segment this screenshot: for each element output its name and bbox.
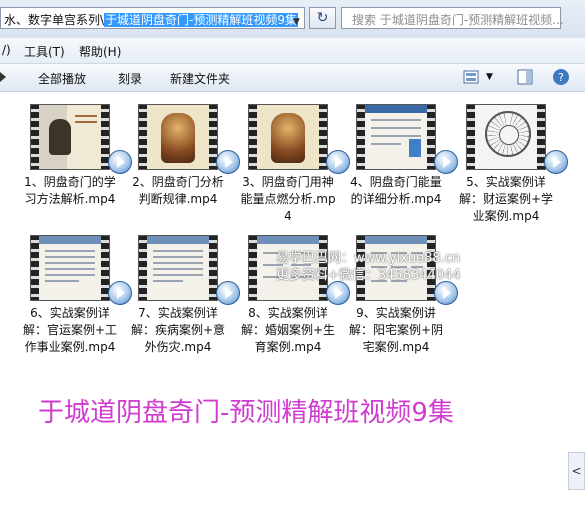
address-path-prefix: 水、数字单宫系列\ [4,13,105,27]
video-thumbnail [30,235,110,301]
play-badge-icon [434,281,458,305]
side-collapse-tab[interactable]: < [568,452,585,490]
file-name: 6、实战案例详解：官运案例+工作事业案例.mp4 [22,306,118,354]
play-badge-icon [216,150,240,174]
search-input[interactable]: 搜索 于城道阴盘奇门-预测精解班视频... [341,7,564,29]
toolbar: 全部播放 刻录 新建文件夹 ▼ ? [0,64,585,92]
preview-pane-icon[interactable] [516,68,534,86]
banner-title: 于城道阴盘奇门-预测精解班视频9集 [38,398,454,428]
bottom-blank [0,500,585,525]
video-thumbnail [356,104,436,170]
play-badge-icon [544,150,568,174]
play-badge-icon [108,150,132,174]
search-placeholder: 搜索 于城道阴盘奇门-预测精解班视频... [352,13,564,27]
address-dropdown-icon[interactable]: ▼ [293,17,300,27]
watermark-contact: 更多资料+微信：3458344044 [276,268,461,283]
file-name: 9、实战案例讲解：阳宅案例+阴宅案例.mp4 [348,306,444,354]
menu-item-view[interactable]: /) [2,43,11,57]
menu-item-help[interactable]: 帮助(H) [79,43,121,60]
file-name: 4、阴盘奇门能量的详细分析.mp4 [350,175,442,206]
play-badge-icon [434,150,458,174]
refresh-button[interactable]: ↻ [309,7,336,29]
play-badge-icon [326,281,350,305]
chevron-left-icon: < [571,464,582,478]
play-badge-icon [326,150,350,174]
svg-text:?: ? [558,71,564,84]
toolbar-arrow-icon[interactable] [0,72,8,82]
address-bar-row: 水、数字单宫系列\于城道阴盘奇门-预测精解班视频9集 ▼ ↻ 搜索 于城道阴盘奇… [0,0,585,38]
video-thumbnail [466,104,546,170]
play-badge-icon [108,281,132,305]
address-path-selected: 于城道阴盘奇门-预测精解班视频9集 [104,13,299,27]
play-all-button[interactable]: 全部播放 [38,70,86,87]
file-name: 3、阴盘奇门用神能量点燃分析.mp4 [240,175,336,223]
refresh-icon: ↻ [316,10,329,26]
file-name: 1、阴盘奇门的学习方法解析.mp4 [24,175,116,206]
video-thumbnail [138,235,218,301]
video-thumbnail [248,104,328,170]
video-thumbnail [138,104,218,170]
new-folder-button[interactable]: 新建文件夹 [170,70,230,87]
play-badge-icon [216,281,240,305]
menu-bar: /) 工具(T) 帮助(H) [0,38,585,64]
file-name: 8、实战案例详解：婚姻案例+生育案例.mp4 [240,306,336,354]
file-name: 7、实战案例详解：疾病案例+意外伤灾.mp4 [130,306,226,354]
file-name: 5、实战案例详解：财运案例+学业案例.mp4 [458,175,554,223]
address-bar[interactable]: 水、数字单宫系列\于城道阴盘奇门-预测精解班视频9集 ▼ [0,7,305,29]
video-thumbnail [30,104,110,170]
view-dropdown-icon[interactable]: ▼ [486,72,493,82]
help-icon[interactable]: ? [552,68,570,86]
address-path[interactable]: 水、数字单宫系列\于城道阴盘奇门-预测精解班视频9集 [4,11,299,28]
burn-button[interactable]: 刻录 [118,70,142,87]
view-options-icon[interactable] [462,68,480,86]
file-name: 2、阴盘奇门分析判断规律.mp4 [132,175,224,206]
menu-item-tools[interactable]: 工具(T) [24,43,65,60]
